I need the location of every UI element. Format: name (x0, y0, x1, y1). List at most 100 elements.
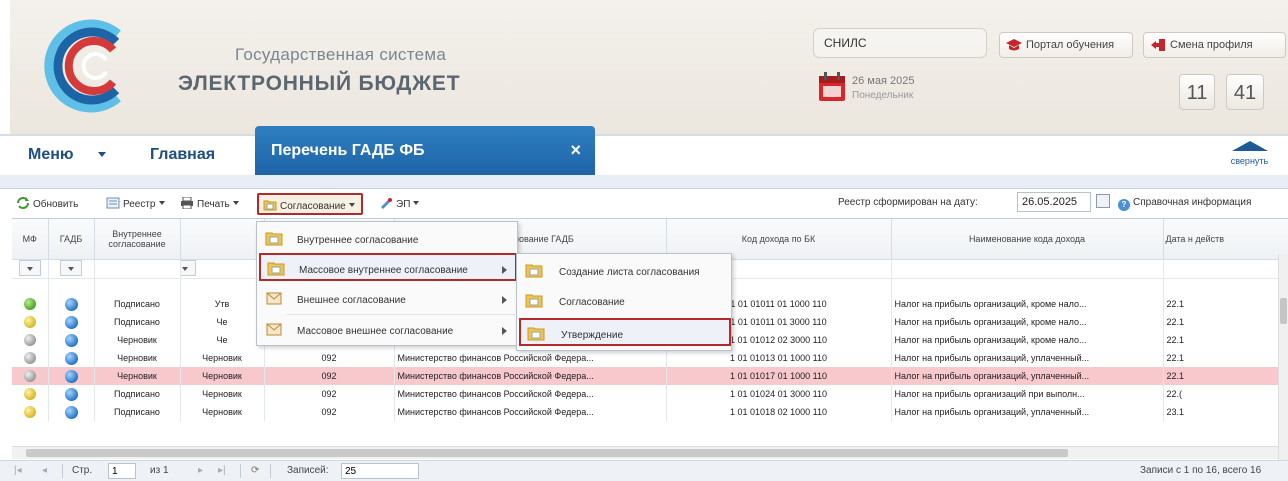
column-header[interactable]: МФ (12, 219, 49, 260)
status-cell: Че (180, 313, 265, 331)
next-page-icon[interactable]: ▸ (198, 465, 203, 476)
registry-button[interactable]: Реестр (106, 197, 165, 210)
icon-cell (12, 385, 49, 403)
menu-item-approve-sogl[interactable]: Согласование (519, 287, 729, 315)
gadb-code-cell: 092 (264, 349, 395, 367)
first-page-icon[interactable]: |◂ (14, 465, 22, 476)
icon-cell (12, 331, 49, 349)
column-header[interactable]: Внутреннее согласование (94, 219, 181, 260)
page-number-input[interactable] (108, 463, 136, 479)
icon-cell (48, 403, 95, 421)
income-code-cell: 1 01 01017 01 1000 110 (666, 367, 892, 385)
approval-button[interactable]: Согласование (257, 193, 363, 215)
status-cell: Черновик (180, 385, 265, 403)
menu-item-mass-external-approval[interactable]: Массовое внешнее согласование (259, 316, 515, 344)
chevron-right-icon (502, 327, 507, 335)
globe-icon (64, 333, 78, 347)
menu-button[interactable]: Меню (28, 146, 74, 164)
reload-icon[interactable]: ⟳ (251, 465, 259, 476)
approval-folder-icon (527, 327, 545, 341)
income-code-name-cell: Налог на прибыль организаций, кроме нало… (891, 331, 1164, 349)
date-cell: 23.1 (1163, 403, 1288, 421)
main-navbar: Меню Главная Перечень ГАДБ ФБ × свернуть (0, 126, 1288, 175)
status-cell: Черновик (180, 403, 265, 421)
globe-icon (64, 387, 78, 401)
records-summary: Записи с 1 по 16, всего 16 (1140, 465, 1262, 476)
icon-cell (12, 349, 49, 367)
income-code-name-cell: Налог на прибыль организаций, уплаченный… (891, 403, 1164, 421)
graduation-cap-icon (1006, 39, 1022, 51)
tab-gadb-list[interactable]: Перечень ГАДБ ФБ × (255, 126, 595, 175)
last-page-icon[interactable]: ▸| (218, 465, 226, 476)
status-indicator-icon (23, 388, 36, 400)
date-cell: 22.1 (1163, 367, 1288, 385)
external-approval-icon (266, 323, 282, 336)
registry-icon (106, 197, 120, 209)
menu-item-inner-approval[interactable]: Внутреннее согласование (259, 225, 515, 253)
globe-icon (64, 369, 78, 383)
approval-folder-icon (265, 232, 283, 246)
collapse-header-button[interactable]: свернуть (1222, 141, 1277, 173)
horizontal-scrollbar[interactable] (12, 446, 1278, 459)
external-approval-icon (266, 292, 282, 305)
menu-chevron-down-icon[interactable] (98, 152, 106, 157)
status-indicator-icon (23, 352, 36, 364)
gadb-name-cell: Министерство финансов Российской Федера.… (394, 385, 667, 403)
income-code-cell: 1 01 01024 01 3000 110 (666, 385, 892, 403)
snils-field: СНИЛС (813, 28, 987, 58)
column-header[interactable]: ГАДБ (48, 219, 95, 260)
table-row[interactable]: Черновик Черновик 092 Министерство финансов… (12, 367, 1288, 385)
approval-menu: Внутреннее согласование Массовое внутрен… (256, 221, 518, 346)
column-header[interactable]: Дата н действ (1163, 219, 1288, 260)
table-row[interactable]: Подписано Черновик 092 Министерство финансо… (12, 385, 1288, 403)
mf-filter-select[interactable] (18, 259, 41, 276)
approval-label: Согласование (280, 201, 346, 212)
date-cell: 22.1 (1163, 331, 1288, 349)
status-cell: Черновик (180, 349, 265, 367)
icon-cell (48, 313, 95, 331)
menu-item-create-approval-sheet[interactable]: Создание листа согласования (519, 257, 729, 285)
column-header[interactable] (180, 219, 265, 260)
mass-inner-approval-submenu: Создание листа согласования Согласование… (516, 253, 732, 351)
gadb-filter-select[interactable] (60, 259, 82, 276)
inner-approval-status: Подписано (94, 295, 181, 313)
calendar-picker-icon[interactable] (1096, 194, 1110, 208)
table-row[interactable]: Черновик Черновик 092 Министерство финансов… (12, 349, 1288, 367)
help-info-link[interactable]: ? Справочная информация (1118, 197, 1251, 211)
icon-cell (12, 295, 49, 313)
change-profile-button[interactable]: Смена профиля (1143, 32, 1286, 58)
refresh-label: Обновить (33, 199, 79, 210)
print-button[interactable]: Печать (180, 197, 239, 210)
globe-icon (64, 405, 78, 419)
column-header[interactable]: Наименование кода дохода (891, 219, 1164, 260)
menu-item-label: Внешнее согласование (297, 295, 406, 306)
registry-date-label: Реестр сформирован на дату: (838, 197, 978, 208)
globe-icon (64, 297, 78, 311)
date-cell: 22.1 (1163, 295, 1288, 313)
table-row[interactable]: Подписано Черновик 092 Министерство финансо… (12, 403, 1288, 421)
icon-cell (48, 295, 95, 313)
tab-gadb-list-label: Перечень ГАДБ ФБ (271, 142, 425, 159)
collapse-label: свернуть (1230, 156, 1269, 166)
records-per-page-select[interactable] (341, 463, 419, 479)
approval-folder-icon (525, 264, 543, 278)
status-indicator-icon (23, 316, 36, 328)
refresh-button[interactable]: Обновить (16, 197, 78, 210)
status-filter-select[interactable] (180, 259, 196, 276)
registry-date-input[interactable] (1017, 192, 1091, 212)
menu-item-label: Утверждение (561, 330, 624, 341)
gadb-code-cell: 092 (264, 367, 395, 385)
menu-item-confirm[interactable]: Утверждение (519, 318, 731, 346)
digital-signature-button[interactable]: ЭП (379, 197, 420, 210)
menu-item-external-approval[interactable]: Внешнее согласование (259, 285, 515, 313)
inner-approval-status: Черновик (94, 367, 181, 385)
menu-item-mass-inner-approval[interactable]: Массовое внутреннее согласование (259, 253, 517, 281)
vertical-scrollbar[interactable] (1278, 254, 1288, 460)
current-weekday: Понедельник (852, 90, 914, 101)
date-cell: 22.1 (1163, 349, 1288, 367)
prev-page-icon[interactable]: ◂ (42, 465, 47, 476)
page-count: из 1 (150, 465, 169, 476)
training-portal-button[interactable]: Портал обучения (999, 32, 1133, 58)
home-link[interactable]: Главная (150, 146, 215, 164)
close-icon[interactable]: × (570, 140, 581, 161)
